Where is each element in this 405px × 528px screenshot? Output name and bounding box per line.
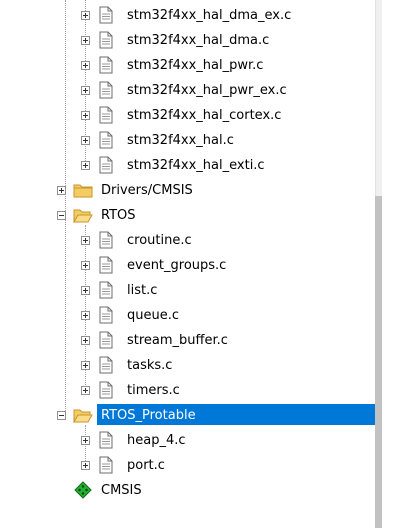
expand-toggle[interactable] bbox=[81, 336, 90, 345]
c-file-icon bbox=[99, 31, 113, 49]
tree-row-file[interactable]: stm32f4xx_hal_exti.c bbox=[0, 153, 375, 178]
component-diamond-icon bbox=[74, 481, 92, 499]
folder-icon bbox=[73, 183, 93, 198]
expand-toggle[interactable] bbox=[81, 86, 90, 95]
tree-item-label: list.c bbox=[127, 283, 158, 298]
tree-row-file[interactable]: stm32f4xx_hal_cortex.c bbox=[0, 103, 375, 128]
tree-row-file[interactable]: tasks.c bbox=[0, 353, 375, 378]
tree-row-file[interactable]: list.c bbox=[0, 278, 375, 303]
tree-row-file[interactable]: queue.c bbox=[0, 303, 375, 328]
tree-item-label: port.c bbox=[127, 458, 165, 473]
c-file-icon bbox=[99, 256, 113, 274]
tree-row-folder[interactable]: RTOS bbox=[0, 203, 375, 228]
c-file-icon bbox=[99, 456, 113, 474]
expand-toggle[interactable] bbox=[81, 61, 90, 70]
tree-item-label: RTOS bbox=[101, 208, 136, 223]
tree-item-label: stm32f4xx_hal_dma.c bbox=[127, 33, 270, 48]
tree-row-file[interactable]: event_groups.c bbox=[0, 253, 375, 278]
scrollbar-thumb[interactable] bbox=[375, 196, 382, 528]
c-file-icon bbox=[99, 81, 113, 99]
tree-item-label: stm32f4xx_hal.c bbox=[127, 133, 234, 148]
project-tree[interactable]: stm32f4xx_hal_dma_ex.c stm32f4xx_hal_dma… bbox=[0, 0, 375, 528]
c-file-icon bbox=[99, 156, 113, 174]
tree-item-label: timers.c bbox=[127, 383, 180, 398]
tree-row-folder-selected[interactable]: RTOS_Protable bbox=[0, 403, 375, 428]
tree-row-file[interactable]: stm32f4xx_hal_pwr_ex.c bbox=[0, 78, 375, 103]
expand-toggle[interactable] bbox=[81, 11, 90, 20]
tree-item-label: queue.c bbox=[127, 308, 180, 323]
c-file-icon bbox=[99, 131, 113, 149]
tree-row-file[interactable]: stm32f4xx_hal_pwr.c bbox=[0, 53, 375, 78]
tree-item-label: stream_buffer.c bbox=[127, 333, 228, 348]
c-file-icon bbox=[99, 281, 113, 299]
c-file-icon bbox=[99, 431, 113, 449]
tree-item-label: stm32f4xx_hal_pwr.c bbox=[127, 58, 264, 73]
tree-item-label: stm32f4xx_hal_cortex.c bbox=[127, 108, 282, 123]
c-file-icon bbox=[99, 231, 113, 249]
collapse-toggle[interactable] bbox=[57, 211, 66, 220]
tree-item-label: Drivers/CMSIS bbox=[101, 183, 193, 198]
tree-item-label: event_groups.c bbox=[127, 258, 227, 273]
tree-item-label: stm32f4xx_hal_exti.c bbox=[127, 158, 265, 173]
expand-toggle[interactable] bbox=[81, 36, 90, 45]
open-folder-icon bbox=[73, 408, 93, 423]
expand-toggle[interactable] bbox=[81, 436, 90, 445]
tree-item-label: stm32f4xx_hal_pwr_ex.c bbox=[127, 83, 287, 98]
tree-item-label: RTOS_Protable bbox=[101, 408, 196, 423]
tree-row-file[interactable]: croutine.c bbox=[0, 228, 375, 253]
tree-row-file[interactable]: timers.c bbox=[0, 378, 375, 403]
expand-toggle[interactable] bbox=[81, 111, 90, 120]
tree-row-file[interactable]: port.c bbox=[0, 453, 375, 478]
tree-row-file[interactable]: stm32f4xx_hal_dma_ex.c bbox=[0, 3, 375, 28]
c-file-icon bbox=[99, 306, 113, 324]
tree-row-file[interactable]: stm32f4xx_hal.c bbox=[0, 128, 375, 153]
expand-toggle[interactable] bbox=[81, 161, 90, 170]
expand-toggle[interactable] bbox=[81, 311, 90, 320]
tree-row-component[interactable]: CMSIS bbox=[0, 478, 375, 503]
tree-item-label: CMSIS bbox=[101, 483, 142, 498]
tree-item-label: stm32f4xx_hal_dma_ex.c bbox=[127, 8, 292, 23]
expand-toggle[interactable] bbox=[57, 186, 66, 195]
expand-toggle[interactable] bbox=[81, 236, 90, 245]
tree-item-label: tasks.c bbox=[127, 358, 173, 373]
tree-row-file[interactable]: stm32f4xx_hal_dma.c bbox=[0, 28, 375, 53]
c-file-icon bbox=[99, 331, 113, 349]
collapse-toggle[interactable] bbox=[57, 411, 66, 420]
expand-toggle[interactable] bbox=[81, 386, 90, 395]
expand-toggle[interactable] bbox=[81, 361, 90, 370]
expand-toggle[interactable] bbox=[81, 286, 90, 295]
c-file-icon bbox=[99, 356, 113, 374]
c-file-icon bbox=[99, 381, 113, 399]
c-file-icon bbox=[99, 56, 113, 74]
tree-row-file[interactable]: stream_buffer.c bbox=[0, 328, 375, 353]
open-folder-icon bbox=[73, 208, 93, 223]
c-file-icon bbox=[99, 106, 113, 124]
expand-toggle[interactable] bbox=[81, 461, 90, 470]
tree-item-label: heap_4.c bbox=[127, 433, 186, 448]
vertical-scrollbar[interactable] bbox=[375, 0, 405, 528]
expand-toggle[interactable] bbox=[81, 261, 90, 270]
tree-item-label: croutine.c bbox=[127, 233, 192, 248]
expand-toggle[interactable] bbox=[81, 136, 90, 145]
tree-row-folder[interactable]: Drivers/CMSIS bbox=[0, 178, 375, 203]
tree-row-file[interactable]: heap_4.c bbox=[0, 428, 375, 453]
c-file-icon bbox=[99, 6, 113, 24]
